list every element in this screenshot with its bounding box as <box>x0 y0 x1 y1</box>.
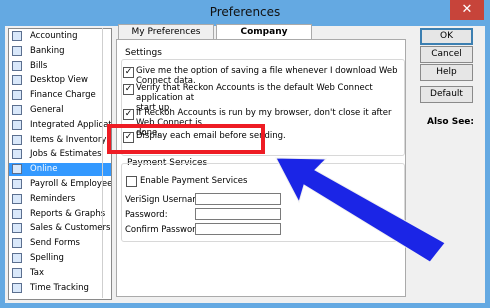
sidebar-item-accounting[interactable]: Accounting <box>9 30 111 43</box>
sidebar-item-sales-customers[interactable]: Sales & Customers <box>9 222 111 235</box>
sidebar-item-label: Sales & Customers <box>30 223 111 234</box>
payroll-employees-icon <box>12 179 22 189</box>
sidebar-item-integrated-applications[interactable]: Integrated Applications <box>9 119 111 132</box>
tax-icon <box>12 267 22 278</box>
bills-icon <box>12 60 22 71</box>
sidebar-item-general[interactable]: General <box>9 104 111 117</box>
sidebar-item-label: Spelling <box>30 253 64 263</box>
finance-charge-icon <box>12 90 22 101</box>
banking-icon <box>12 45 22 56</box>
sidebar-item-reminders[interactable]: Reminders <box>9 193 111 206</box>
checkbox-enable-payment[interactable] <box>126 176 137 187</box>
sidebar-item-label: Banking <box>30 45 65 56</box>
desktop-view-icon <box>12 75 22 86</box>
checkbox-default-webconnect[interactable]: ✓ <box>123 84 134 95</box>
enable-payment-label: Enable Payment Services <box>140 176 248 186</box>
reports-graphs-icon <box>12 208 22 219</box>
tab-company-preferences[interactable]: Company Preferences <box>216 24 312 52</box>
sidebar-item-items-inventory[interactable]: Items & Inventory <box>9 134 111 147</box>
sidebar-item-label: Bills <box>30 60 48 71</box>
sidebar-item-label: Payroll & Employees <box>30 179 112 189</box>
sidebar-item-desktop-view[interactable]: Desktop View <box>9 74 111 87</box>
highlight-box <box>107 124 265 154</box>
sidebar-item-label: Jobs & Estimates <box>30 149 102 160</box>
confirm-password-field[interactable] <box>195 223 281 235</box>
sidebar-item-banking[interactable]: Banking <box>9 45 111 58</box>
items-inventory-icon <box>12 134 22 145</box>
sidebar-item-label: Time Tracking <box>30 282 89 293</box>
close-icon: ✕ <box>461 2 473 17</box>
sidebar-item-label: Finance Charge <box>30 90 96 101</box>
sidebar-item-label: Desktop View <box>30 75 88 86</box>
checkbox-browser-close[interactable]: ✓ <box>123 109 134 120</box>
title-bar: Preferences ✕ <box>0 0 490 26</box>
sidebar-item-label: Integrated Applications <box>30 119 112 130</box>
send-forms-icon <box>12 238 22 249</box>
time-tracking-icon <box>12 282 22 293</box>
also-see-label: Also See: <box>427 117 475 127</box>
check-label-line: Verify that Reckon Accounts is the defau… <box>136 83 373 103</box>
window-title: Preferences <box>209 5 281 19</box>
sidebar-item-online[interactable]: Online <box>9 163 111 177</box>
close-button[interactable]: ✕ <box>450 0 484 20</box>
general-icon <box>12 105 22 115</box>
sidebar-item-label: Tax <box>30 267 45 278</box>
category-list[interactable]: Accounting Banking Bills Desktop View Financ… <box>8 28 112 300</box>
sidebar-item-label: Items & Inventory <box>30 134 107 145</box>
spelling-icon <box>12 253 22 263</box>
tab-my-preferences[interactable]: My Preferences <box>118 24 214 39</box>
integrated-applications-icon <box>12 119 22 130</box>
settings-title: Settings <box>125 48 162 58</box>
sidebar-item-send-forms[interactable]: Send Forms <box>9 237 111 250</box>
sidebar-item-payroll-employees[interactable]: Payroll & Employees <box>9 178 111 191</box>
sidebar-item-finance-charge[interactable]: Finance Charge <box>9 89 111 102</box>
list-scroll-divider <box>102 28 103 298</box>
company-preferences-panel: Settings ✓ Give me the option of saving … <box>116 39 406 297</box>
sidebar-item-label: Send Forms <box>30 238 80 249</box>
cancel-button[interactable]: Cancel <box>420 46 473 63</box>
password-label: Password: <box>125 210 168 220</box>
sidebar-item-label: Accounting <box>30 31 78 41</box>
jobs-estimates-icon <box>12 149 22 160</box>
sidebar-item-label: Reminders <box>30 193 76 204</box>
help-button[interactable]: Help <box>420 64 473 81</box>
verisign-username-field[interactable] <box>195 193 281 205</box>
online-icon <box>12 164 22 175</box>
sidebar-item-jobs-estimates[interactable]: Jobs & Estimates <box>9 148 111 161</box>
reminders-icon <box>12 193 22 204</box>
confirm-password-label: Confirm Password: <box>125 225 204 235</box>
ok-button[interactable]: OK <box>420 28 473 45</box>
accounting-icon <box>12 31 22 41</box>
sidebar-item-time-tracking[interactable]: Time Tracking <box>9 282 111 295</box>
sidebar-item-spelling[interactable]: Spelling <box>9 252 111 265</box>
default-button[interactable]: Default <box>420 86 473 103</box>
checkbox-save-webconnect[interactable]: ✓ <box>123 67 134 78</box>
sidebar-item-label: General <box>30 105 64 115</box>
sidebar-item-label: Reports & Graphs <box>30 208 106 219</box>
sales-customers-icon <box>12 223 22 234</box>
sidebar-item-reports-graphs[interactable]: Reports & Graphs <box>9 208 111 221</box>
sidebar-item-bills[interactable]: Bills <box>9 60 111 73</box>
sidebar-item-label: Online <box>30 164 58 175</box>
password-field[interactable] <box>195 208 281 220</box>
sidebar-item-tax[interactable]: Tax <box>9 267 111 280</box>
